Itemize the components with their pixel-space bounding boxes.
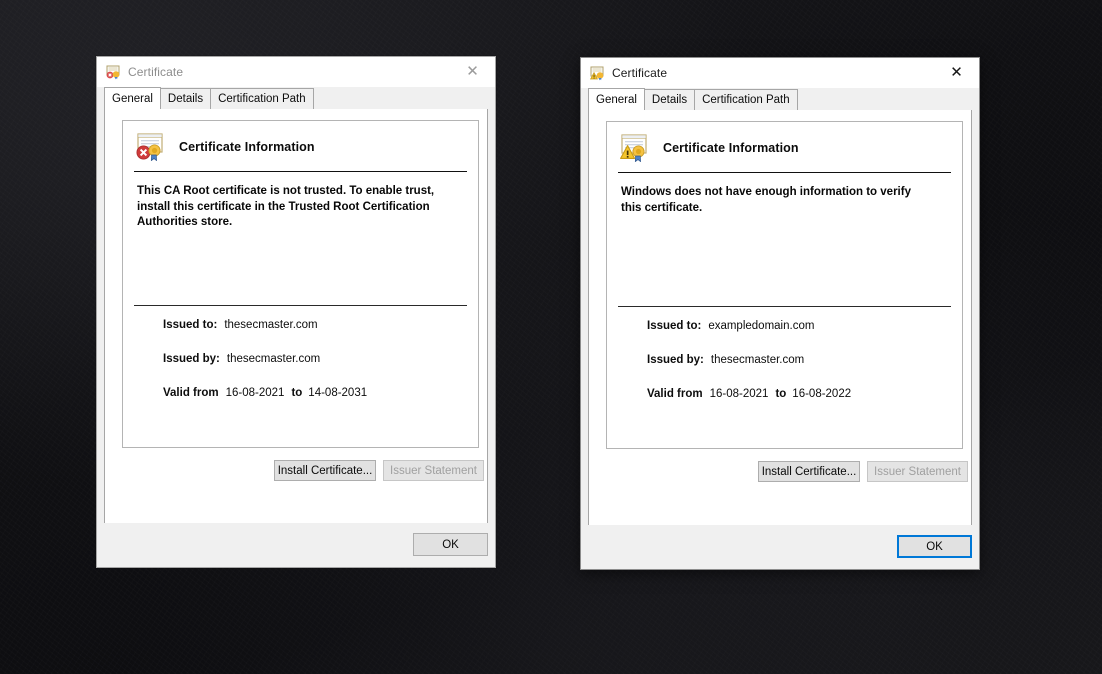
ok-button[interactable]: OK — [413, 533, 488, 556]
issued-to-label: Issued to: — [163, 319, 218, 331]
details-divider — [134, 305, 467, 306]
close-icon[interactable]: ✕ — [450, 57, 495, 86]
close-icon[interactable]: ✕ — [934, 58, 979, 87]
valid-from-value: 16-08-2021 — [709, 388, 769, 400]
valid-from-value: 16-08-2021 — [225, 387, 285, 399]
certificate-status-message: Windows does not have enough information… — [621, 186, 911, 214]
dialog-footer-right: OK — [581, 525, 979, 569]
valid-to-value: 16-08-2022 — [792, 388, 852, 400]
certificate-warning-icon — [619, 134, 649, 163]
tab-details-label: Details — [651, 94, 688, 106]
install-certificate-label: Install Certificate... — [277, 464, 373, 477]
issued-by-row: Issued by: thesecmaster.com — [647, 354, 962, 366]
tab-certification-path[interactable]: Certification Path — [694, 89, 798, 110]
valid-from-label: Valid from — [163, 387, 219, 399]
tab-page-general-right: Certificate Information Windows does not… — [588, 110, 972, 557]
certificate-information-header: Certificate Information — [123, 121, 478, 171]
tab-general[interactable]: General — [588, 88, 645, 110]
tabstrip-right: General Details Certification Path — [581, 88, 979, 110]
certificate-fields: Issued to: thesecmaster.com Issued by: t… — [123, 319, 478, 399]
issuer-statement-button: Issuer Statement — [867, 461, 968, 482]
certificate-information-heading: Certificate Information — [663, 141, 799, 155]
certificate-error-icon — [135, 133, 165, 162]
issued-by-value: thesecmaster.com — [226, 353, 321, 365]
issued-to-value: exampledomain.com — [708, 320, 815, 332]
install-certificate-button[interactable]: Install Certificate... — [274, 460, 376, 481]
issuer-statement-label: Issuer Statement — [874, 465, 961, 478]
certificate-fields: Issued to: exampledomain.com Issued by: … — [607, 320, 962, 400]
certificate-warning-icon — [589, 65, 605, 81]
dialog-footer-left: OK — [97, 523, 495, 567]
issued-to-row: Issued to: exampledomain.com — [647, 320, 962, 332]
ok-button-label: OK — [442, 538, 459, 551]
issued-to-value: thesecmaster.com — [224, 319, 318, 331]
validity-separator: to — [291, 387, 303, 399]
action-button-row-right: Install Certificate... Issuer Statement — [758, 461, 968, 482]
tab-certification-path-label: Certification Path — [218, 93, 306, 105]
certificate-information-heading: Certificate Information — [179, 140, 315, 154]
tab-general-label: General — [596, 93, 637, 106]
issued-by-value: thesecmaster.com — [710, 354, 805, 366]
window-title: Certificate — [128, 65, 184, 79]
certificate-dialog-left[interactable]: Certificate ✕ General Details Certificat… — [96, 56, 496, 568]
certificate-information-box: Certificate Information This CA Root cer… — [122, 120, 479, 448]
issued-to-label: Issued to: — [647, 320, 702, 332]
certificate-information-box: Certificate Information Windows does not… — [606, 121, 963, 449]
issuer-statement-label: Issuer Statement — [390, 464, 477, 477]
tabstrip-left: General Details Certification Path — [97, 87, 495, 109]
issuer-statement-button: Issuer Statement — [383, 460, 484, 481]
validity-row: Valid from 16-08-2021 to 16-08-2022 — [647, 388, 962, 400]
valid-to-value: 14-08-2031 — [308, 387, 368, 399]
titlebar-left[interactable]: Certificate ✕ — [97, 57, 495, 87]
action-button-row-left: Install Certificate... Issuer Statement — [274, 460, 484, 481]
install-certificate-label: Install Certificate... — [761, 465, 857, 478]
issued-by-row: Issued by: thesecmaster.com — [163, 353, 478, 365]
validity-separator: to — [775, 388, 787, 400]
tab-details[interactable]: Details — [159, 88, 212, 109]
tab-details[interactable]: Details — [643, 89, 696, 110]
tab-details-label: Details — [167, 93, 204, 105]
certificate-error-icon — [105, 64, 121, 80]
validity-row: Valid from 16-08-2021 to 14-08-2031 — [163, 387, 478, 399]
tab-certification-path[interactable]: Certification Path — [210, 88, 314, 109]
issued-by-label: Issued by: — [647, 354, 704, 366]
window-title: Certificate — [612, 66, 668, 80]
certificate-dialog-right[interactable]: Certificate ✕ General Details Certificat… — [580, 57, 980, 570]
tab-certification-path-label: Certification Path — [702, 94, 790, 106]
ok-button[interactable]: OK — [897, 535, 972, 558]
certificate-status-message: This CA Root certificate is not trusted.… — [137, 185, 435, 228]
tab-general[interactable]: General — [104, 87, 161, 109]
certificate-information-header: Certificate Information — [607, 122, 962, 172]
titlebar-right[interactable]: Certificate ✕ — [581, 58, 979, 88]
tab-general-label: General — [112, 92, 153, 105]
valid-from-label: Valid from — [647, 388, 703, 400]
tab-page-general-left: Certificate Information This CA Root cer… — [104, 109, 488, 555]
install-certificate-button[interactable]: Install Certificate... — [758, 461, 860, 482]
ok-button-label: OK — [926, 540, 943, 553]
details-divider — [618, 306, 951, 307]
issued-by-label: Issued by: — [163, 353, 220, 365]
issued-to-row: Issued to: thesecmaster.com — [163, 319, 478, 331]
